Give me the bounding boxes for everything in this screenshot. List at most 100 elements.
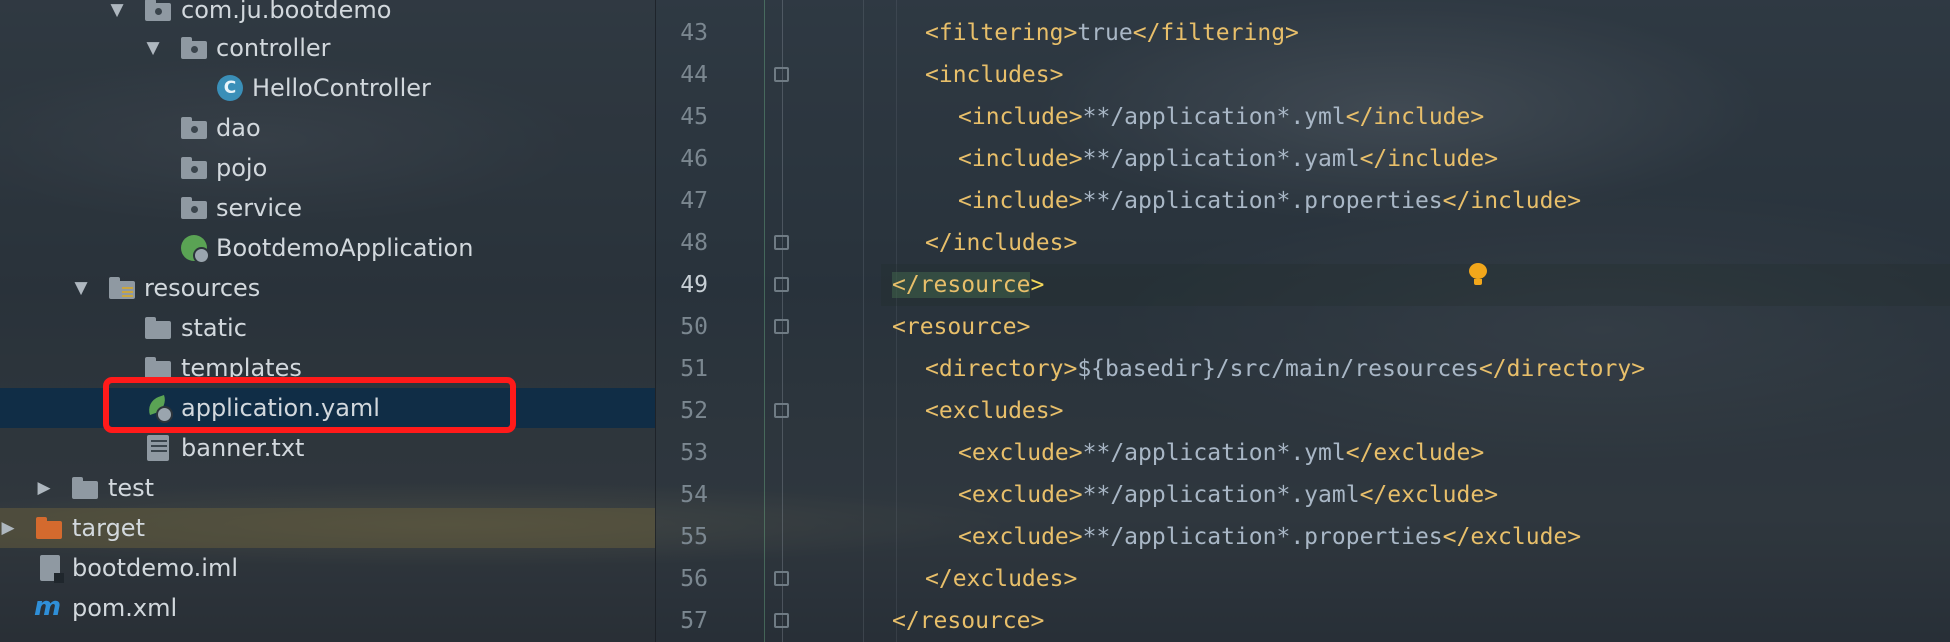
line-number: 53	[680, 440, 708, 466]
line-number: 57	[680, 608, 708, 634]
tree-item-folder-resources[interactable]: ▼ resources	[0, 268, 655, 308]
code-line[interactable]: 51 <directory>${basedir}/src/main/resourc…	[656, 348, 1950, 390]
fold-marker-icon[interactable]	[774, 67, 789, 82]
code-line[interactable]: 43 <filtering>true</filtering>	[656, 12, 1950, 54]
code-line[interactable]: 50 <resource>	[656, 306, 1950, 348]
fold-marker-icon[interactable]	[774, 403, 789, 418]
lightbulb-icon[interactable]	[1469, 263, 1487, 285]
line-number: 54	[680, 482, 708, 508]
tree-item-label: com.ju.bootdemo	[181, 0, 392, 24]
line-number: 55	[680, 524, 708, 550]
tree-item-label: HelloController	[252, 74, 431, 102]
text-file-icon	[147, 435, 169, 461]
excluded-folder-icon	[36, 515, 62, 541]
package-folder-icon	[181, 195, 207, 221]
line-number: 49	[680, 272, 708, 298]
line-number: 43	[680, 20, 708, 46]
tree-item-package-dao[interactable]: dao	[0, 108, 655, 148]
line-number: 44	[680, 62, 708, 88]
code-line[interactable]: 55 <exclude>**/application*.properties</e…	[656, 516, 1950, 558]
code-line[interactable]: 48 </includes>	[656, 222, 1950, 264]
tree-item-class-bootdemoapplication[interactable]: BootdemoApplication	[0, 228, 655, 268]
spring-boot-class-icon	[181, 235, 210, 264]
fold-marker-icon[interactable]	[774, 571, 789, 586]
resources-folder-icon	[109, 275, 135, 301]
code-text: <exclude>**/application*.yaml</exclude>	[958, 482, 1499, 508]
tree-item-folder-test[interactable]: ▶ test	[0, 468, 655, 508]
code-text: <excludes>	[925, 398, 1064, 424]
code-line[interactable]: 46 <include>**/application*.yaml</include…	[656, 138, 1950, 180]
code-text: </resource>	[892, 608, 1045, 634]
code-text: </resource>	[892, 272, 1045, 298]
code-text: <exclude>**/application*.properties</exc…	[958, 524, 1582, 550]
line-number: 56	[680, 566, 708, 592]
highlight-box	[103, 377, 516, 433]
folder-icon	[145, 315, 171, 341]
expand-arrow-icon[interactable]: ▼	[71, 268, 91, 308]
line-number: 50	[680, 314, 708, 340]
code-text: <include>**/application*.yml</include>	[958, 104, 1485, 130]
tree-item-label: dao	[216, 114, 261, 142]
code-text: </excludes>	[925, 566, 1078, 592]
code-line[interactable]: 44 <includes>	[656, 54, 1950, 96]
tree-item-label: resources	[144, 274, 261, 302]
package-folder-icon	[181, 35, 207, 61]
code-text: <filtering>true</filtering>	[925, 20, 1299, 46]
tree-item-label: test	[108, 474, 155, 502]
project-tree-panel[interactable]: ▼ com.ju.bootdemo ▼ controller C HelloCo…	[0, 0, 656, 642]
code-line[interactable]: 53 <exclude>**/application*.yml</exclude>	[656, 432, 1950, 474]
package-folder-icon	[145, 0, 171, 23]
code-text: <directory>${basedir}/src/main/resources…	[925, 356, 1646, 382]
maven-icon: m	[34, 592, 62, 622]
code-text: <exclude>**/application*.yml</exclude>	[958, 440, 1485, 466]
tree-item-label: static	[181, 314, 247, 342]
code-text: <include>**/application*.yaml</include>	[958, 146, 1499, 172]
folder-icon	[72, 475, 98, 501]
tree-item-label: banner.txt	[181, 434, 305, 462]
collapse-arrow-icon[interactable]: ▶	[34, 468, 54, 508]
tree-item-label: BootdemoApplication	[216, 234, 474, 262]
code-text: <resource>	[892, 314, 1031, 340]
code-line[interactable]: 52 <excludes>	[656, 390, 1950, 432]
class-icon: C	[217, 75, 243, 101]
tree-item-label: pom.xml	[72, 594, 178, 622]
fold-marker-icon[interactable]	[774, 235, 789, 250]
tree-item-package-com-ju-bootdemo[interactable]: ▼ com.ju.bootdemo	[0, 0, 655, 30]
code-line[interactable]: 56 </excludes>	[656, 558, 1950, 600]
fold-marker-icon[interactable]	[774, 613, 789, 628]
tree-item-file-banner-txt[interactable]: banner.txt	[0, 428, 655, 468]
line-number: 48	[680, 230, 708, 256]
tree-item-label: pojo	[216, 154, 268, 182]
tree-item-file-pom-xml[interactable]: m pom.xml	[0, 588, 655, 628]
line-number: 46	[680, 146, 708, 172]
line-number: 45	[680, 104, 708, 130]
code-line[interactable]: 45 <include>**/application*.yml</include>	[656, 96, 1950, 138]
tree-item-package-controller[interactable]: ▼ controller	[0, 28, 655, 68]
tree-item-package-service[interactable]: service	[0, 188, 655, 228]
code-text: </includes>	[925, 230, 1078, 256]
line-number: 47	[680, 188, 708, 214]
code-text: <includes>	[925, 62, 1064, 88]
tree-item-label: bootdemo.iml	[72, 554, 238, 582]
tree-item-label: controller	[216, 34, 331, 62]
line-number: 52	[680, 398, 708, 424]
tree-item-package-pojo[interactable]: pojo	[0, 148, 655, 188]
code-text: <include>**/application*.properties</inc…	[958, 188, 1582, 214]
code-line[interactable]: 54 <exclude>**/application*.yaml</exclude…	[656, 474, 1950, 516]
fold-marker-icon[interactable]	[774, 277, 789, 292]
tree-item-label: service	[216, 194, 302, 222]
tree-item-class-hellocontroller[interactable]: C HelloController	[0, 68, 655, 108]
code-line[interactable]: 57 </resource>	[656, 600, 1950, 642]
fold-marker-icon[interactable]	[774, 319, 789, 334]
expand-arrow-icon[interactable]: ▼	[143, 28, 163, 68]
expand-arrow-icon[interactable]: ▼	[107, 0, 127, 30]
tree-item-label: target	[72, 514, 145, 542]
line-number: 51	[680, 356, 708, 382]
tree-item-folder-target[interactable]: ▶ target	[0, 508, 655, 548]
code-line[interactable]: 47 <include>**/application*.properties</i…	[656, 180, 1950, 222]
collapse-arrow-icon[interactable]: ▶	[0, 508, 18, 548]
tree-item-file-bootdemo-iml[interactable]: bootdemo.iml	[0, 548, 655, 588]
tree-item-folder-static[interactable]: static	[0, 308, 655, 348]
code-line[interactable]: 49 </resource>	[656, 264, 1950, 306]
code-editor[interactable]: 43 <filtering>true</filtering> 44 <includes…	[656, 0, 1950, 642]
